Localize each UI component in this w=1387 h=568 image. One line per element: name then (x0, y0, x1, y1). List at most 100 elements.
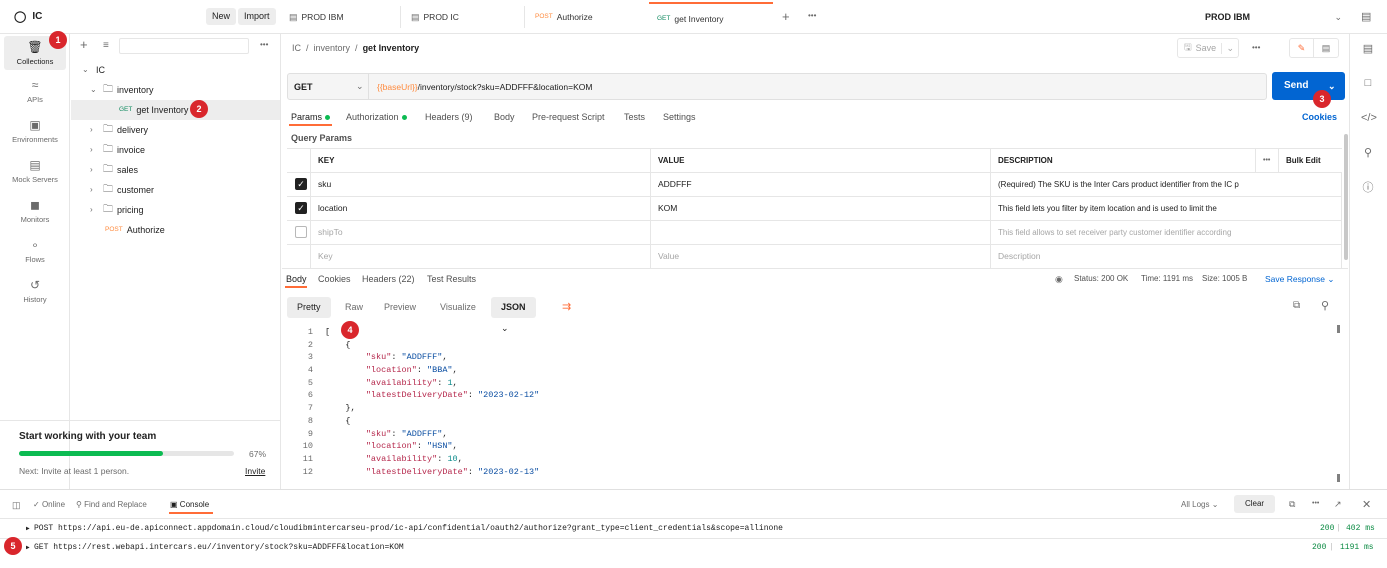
mode-visualize[interactable]: Visualize (430, 297, 486, 318)
tree-folder-invoice[interactable]: › 🗀 invoice (71, 140, 280, 160)
nav-monitors[interactable]: ◼ Monitors (4, 198, 66, 224)
param-description[interactable]: This field allows to set receiver party … (991, 221, 1342, 244)
new-param-description[interactable]: Description (991, 245, 1342, 268)
all-logs-select[interactable]: All Logs ⌄ (1181, 500, 1218, 509)
nav-apis[interactable]: ≈ APIs (4, 78, 66, 104)
tree-folder-pricing[interactable]: › 🗀 pricing (71, 200, 280, 220)
find-replace-button[interactable]: ⚲ Find and Replace (76, 500, 147, 509)
tab-authorization[interactable]: Authorization (346, 112, 407, 122)
add-collection-plus-icon[interactable]: + (80, 37, 88, 52)
nav-mock-servers[interactable]: ▤ Mock Servers (4, 158, 66, 184)
expand-triangle-icon[interactable]: ▶ (26, 525, 30, 532)
new-param-key[interactable]: Key (311, 245, 651, 268)
new-tab-plus-icon[interactable]: + (782, 9, 790, 24)
documentation-icon[interactable]: ▤ (1314, 39, 1338, 57)
param-checkbox[interactable]: ✓ (295, 178, 307, 191)
environment-select[interactable]: PROD IBM ⌄ (1195, 6, 1350, 28)
view-toggle[interactable]: ✎ ▤ (1289, 38, 1339, 58)
response-body-code[interactable]: 1[2 {3 "sku": "ADDFFF", 4 "location": "BB… (287, 326, 1337, 478)
param-checkbox[interactable]: ✓ (295, 202, 307, 215)
globe-icon[interactable]: ◉ (1055, 274, 1063, 285)
import-button[interactable]: Import (238, 8, 276, 25)
tab-settings[interactable]: Settings (663, 112, 696, 122)
response-tab-body[interactable]: Body (286, 274, 307, 284)
console-button[interactable]: ▣ Console (170, 500, 209, 509)
search-icon[interactable]: ⚲ (1321, 299, 1329, 312)
params-scrollbar[interactable] (1344, 134, 1348, 260)
param-description[interactable]: (Required) The SKU is the Inter Cars pro… (991, 173, 1342, 196)
console-more-icon[interactable]: ••• (1312, 500, 1319, 507)
tab-get-inventory[interactable]: GET get Inventory (649, 2, 773, 33)
expand-triangle-icon[interactable]: ▶ (26, 544, 30, 551)
sidebar-more-icon[interactable]: ••• (260, 40, 268, 49)
tab-prod-ic[interactable]: ▤ PROD IC (403, 4, 521, 30)
tree-folder-sales[interactable]: › 🗀 sales (71, 160, 280, 180)
param-checkbox[interactable] (295, 226, 307, 239)
info-icon[interactable]: ⓘ (1361, 181, 1375, 195)
method-select[interactable]: GET (294, 82, 313, 92)
params-more-icon[interactable]: ••• (1256, 149, 1279, 172)
param-key[interactable]: location (311, 197, 651, 220)
tab-params[interactable]: Params (291, 112, 331, 122)
mode-raw[interactable]: Raw (335, 297, 373, 318)
tab-authorize[interactable]: POST Authorize (527, 4, 647, 30)
response-tab-test-results[interactable]: Test Results (427, 274, 476, 284)
lightbulb-icon[interactable]: ⚲ (1361, 146, 1375, 160)
code-scrollbar-top[interactable] (1337, 325, 1340, 333)
save-button[interactable]: 🖫 Save ⌄ (1177, 38, 1239, 58)
tree-request-get-inventory[interactable]: GET get Inventory (71, 100, 280, 120)
tab-more-button[interactable]: ••• (808, 11, 816, 20)
clear-button[interactable]: Clear (1234, 495, 1275, 513)
copy-icon[interactable]: ⧉ (1289, 499, 1295, 510)
param-value[interactable] (651, 221, 991, 244)
param-key[interactable]: sku (311, 173, 651, 196)
tab-body[interactable]: Body (494, 112, 515, 122)
environment-quick-look-icon[interactable]: ▤ (1361, 10, 1371, 23)
invite-link[interactable]: Invite (245, 466, 265, 476)
filter-icon[interactable]: ≡ (103, 40, 109, 51)
workspace-name[interactable]: ◯ IC (14, 10, 42, 23)
comments-icon[interactable]: □ (1361, 76, 1375, 90)
sidebar-search-input[interactable] (119, 38, 249, 54)
mode-pretty[interactable]: Pretty (287, 297, 331, 318)
nav-environments[interactable]: ▣ Environments (4, 118, 66, 144)
response-tab-cookies[interactable]: Cookies (318, 274, 351, 284)
tab-tests[interactable]: Tests (624, 112, 645, 122)
tree-folder-customer[interactable]: › 🗀 customer (71, 180, 280, 200)
param-value[interactable]: KOM (651, 197, 991, 220)
response-tab-headers[interactable]: Headers (22) (362, 274, 415, 284)
code-scrollbar-bottom[interactable] (1337, 474, 1340, 482)
documentation-icon[interactable]: ▤ (1361, 42, 1375, 56)
code-snippet-icon[interactable]: </> (1361, 111, 1377, 125)
new-param-value[interactable]: Value (651, 245, 991, 268)
copy-icon[interactable]: ⧉ (1293, 300, 1300, 311)
tree-collection-ic[interactable]: ⌄ IC (71, 60, 280, 80)
param-description[interactable]: This field lets you filter by item locat… (991, 197, 1342, 220)
chevron-down-icon[interactable]: ⌄ (356, 81, 364, 92)
toggle-sidebar-icon[interactable]: ◫ (12, 500, 21, 511)
tab-pre-request-script[interactable]: Pre-request Script (532, 112, 605, 122)
tab-prod-ibm[interactable]: ▤ PROD IBM (281, 4, 399, 30)
online-status[interactable]: ✓ Online (33, 500, 65, 509)
new-button[interactable]: New (206, 8, 237, 25)
url-input[interactable]: {{baseUrl}}/inventory/stock?sku=ADDFFF&l… (377, 82, 592, 92)
tree-request-authorize[interactable]: POST Authorize (71, 220, 280, 240)
pop-out-icon[interactable]: ↗ (1334, 499, 1342, 510)
tree-folder-delivery[interactable]: › 🗀 delivery (71, 120, 280, 140)
nav-history[interactable]: ↺ History (4, 278, 66, 304)
wrap-lines-icon[interactable]: ⇉ (552, 297, 581, 318)
bulk-edit-button[interactable]: Bulk Edit (1279, 149, 1342, 172)
mode-preview[interactable]: Preview (374, 297, 426, 318)
param-value[interactable]: ADDFFF (651, 173, 991, 196)
send-button[interactable]: Send ⌄ (1272, 72, 1345, 100)
breadcrumb-folder[interactable]: inventory (314, 43, 351, 53)
save-response-button[interactable]: Save Response ⌄ (1265, 274, 1335, 285)
format-select[interactable]: JSON ⌄ (491, 297, 536, 333)
tree-folder-inventory[interactable]: ⌄ 🗀 inventory (71, 80, 280, 100)
edit-pencil-icon[interactable]: ✎ (1290, 39, 1315, 57)
breadcrumb-root[interactable]: IC (292, 43, 301, 53)
nav-flows[interactable]: ∘ Flows (4, 238, 66, 264)
tab-headers[interactable]: Headers (9) (425, 112, 473, 122)
request-more-icon[interactable]: ••• (1252, 43, 1260, 52)
param-key[interactable]: shipTo (311, 221, 651, 244)
